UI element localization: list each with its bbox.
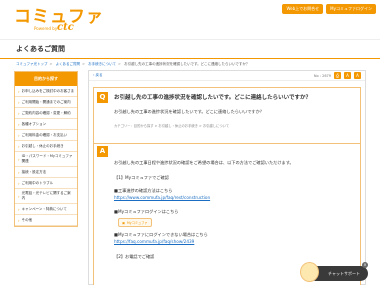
font-size-large-icon[interactable]: A	[354, 72, 361, 79]
back-label: 戻る	[95, 73, 103, 77]
sidebar-item[interactable]: › その他	[15, 215, 77, 226]
site-header: コミュファ Powered by ctc Web上でお問合せ Myコミュファログ…	[0, 0, 380, 40]
sidebar-item-label: ご利用料金の確認・お支払い	[21, 132, 68, 137]
answer-badge: A	[97, 146, 108, 157]
sidebar-item-label: キャンペーン・特典について	[21, 206, 67, 211]
sidebar-item[interactable]: › お引越し・休止のお手続き	[15, 141, 77, 152]
back-link[interactable]: ‹ 戻る	[93, 73, 103, 78]
page-title: よくあるご質問	[16, 45, 65, 53]
print-icon[interactable]: ⎙	[334, 72, 341, 79]
question-body: お引越し先の工事の進捗状況を確認したいです。どこに連絡したらいいですか？	[114, 109, 264, 114]
font-size-small-icon[interactable]: A	[344, 72, 351, 79]
sidebar-item[interactable]: › 光電話・光テレビに関するご案内	[15, 189, 77, 204]
sidebar-item-label: その他	[21, 217, 33, 222]
sidebar-item-label: 光電話・光テレビに関するご案内	[21, 191, 71, 200]
sidebar-item[interactable]: › ID・パスワード・Myコミュファ関連	[15, 152, 77, 167]
sidebar: 目的から探す › お申し込みをご検討中のお客さま › ご利用開始・開通までのご案内 …	[14, 71, 78, 227]
question-categories: カテゴリー：目的から探す > お引越し・休止のお手続き > お引越しについて	[114, 124, 230, 128]
sidebar-item[interactable]: › ご利用料金の確認・お支払い	[15, 130, 77, 141]
sidebar-item[interactable]: › ご契約内容の確認・変更・解約	[15, 108, 77, 119]
answer-item-heading: ■Myコミュファログインはこちら	[114, 209, 179, 214]
faq-detail: ‹ 戻る No : 2679 ⎙ A A Q お引越し先の工事の進捗状況を確認し…	[88, 70, 366, 285]
chevron-right-icon: ›	[18, 217, 20, 223]
chevron-right-icon: ›	[18, 110, 20, 116]
sidebar-item[interactable]: › 各種オプション	[15, 119, 77, 130]
web-inquiry-link[interactable]: Web上でお問合せ	[282, 4, 324, 14]
faq-tools: No : 2679 ⎙ A A	[314, 72, 361, 79]
sidebar-item-label: お引越し・休止のお手続き	[21, 143, 64, 148]
breadcrumb: コミュファ光トップ > よくあるご質問 > お手続きについて > お引越し先の工事の進…	[16, 62, 250, 66]
chevron-right-icon: ›	[18, 143, 20, 149]
mycommufa-login-link[interactable]: Myコミュファログイン	[326, 4, 376, 14]
answer-item-heading: ■Myコミュファにログインできない場合はこちら	[114, 232, 208, 237]
sidebar-item-label: ID・パスワード・Myコミュファ関連	[21, 154, 73, 163]
chevron-right-icon: ›	[18, 206, 20, 212]
question-badge: Q	[97, 92, 108, 103]
header-links: Web上でお問合せ Myコミュファログイン	[282, 4, 376, 14]
title-divider	[0, 58, 380, 59]
chevron-right-icon: ›	[18, 193, 20, 199]
sidebar-item-label: ご利用中のトラブル	[21, 180, 54, 185]
chevron-right-icon: ›	[18, 180, 20, 186]
chevron-right-icon: ›	[18, 99, 20, 105]
sidebar-heading: 目的から探す	[15, 72, 77, 86]
answer-box: A お引越し先の工事日程や進捗状況の確認をご希望の場合は、以下の方法でご確認いた…	[93, 143, 361, 285]
faq-number: No : 2679	[313, 73, 331, 78]
sidebar-item[interactable]: › 接続・設定方法	[15, 167, 77, 178]
chevron-right-icon: ›	[18, 121, 20, 127]
question-title: お引越し先の工事の進捗状況を確認したいです。どこに連絡したらいいですか？	[114, 95, 311, 101]
close-icon[interactable]: ×	[362, 262, 368, 268]
mycommufa-button-label: Myコミュファ	[127, 221, 148, 225]
question-box: Q お引越し先の工事の進捗状況を確認したいです。どこに連絡したらいいですか？ お…	[93, 87, 361, 149]
mycommufa-icon: ▣	[122, 220, 126, 225]
breadcrumb-current: お引越し先の工事の進捗状況を確認したいです。どこに連絡したらいいですか？	[124, 62, 250, 66]
chevron-right-icon: ›	[18, 156, 20, 162]
breadcrumb-item[interactable]: コミュファ光トップ	[16, 62, 48, 66]
answer-section-1: 【1】Myコミュファでご確認	[114, 175, 169, 180]
chevron-right-icon: ›	[18, 88, 20, 94]
sidebar-item-label: 接続・設定方法	[21, 169, 47, 174]
sidebar-item[interactable]: › ご利用中のトラブル	[15, 178, 77, 189]
sidebar-item-label: ご契約内容の確認・変更・解約	[21, 110, 71, 115]
construction-status-link[interactable]: https://www.commufa.jp/faq/rest/construc…	[114, 195, 210, 200]
logo-powered-by: Powered by	[34, 26, 58, 31]
answer-item-heading: ■工事進捗の確認方法はこちら	[114, 188, 173, 193]
chat-support-label: チャットサポート	[328, 270, 360, 276]
sidebar-item-label: お申し込みをご検討中のお客さま	[21, 88, 75, 93]
chevron-right-icon: ›	[18, 169, 20, 175]
commufa-logo[interactable]: コミュファ Powered by ctc	[14, 8, 104, 33]
sidebar-item-label: 各種オプション	[21, 121, 47, 126]
chat-avatar-icon[interactable]	[300, 262, 319, 282]
chevron-right-icon: ›	[18, 132, 20, 138]
answer-section-2: 【2】お電話でご確認	[114, 254, 155, 259]
answer-intro: お引越し先の工事日程や進捗状況の確認をご希望の場合は、以下の方法でご確認いただけ…	[114, 160, 294, 165]
faq-toolbar: ‹ 戻る No : 2679 ⎙ A A	[89, 71, 365, 81]
sidebar-item[interactable]: › お申し込みをご検討中のお客さま	[15, 86, 77, 97]
sidebar-item[interactable]: › ご利用開始・開通までのご案内	[15, 97, 77, 108]
sidebar-item[interactable]: › キャンペーン・特典について	[15, 204, 77, 215]
breadcrumb-item[interactable]: お手続きについて	[88, 62, 116, 66]
sidebar-item-label: ご利用開始・開通までのご案内	[21, 99, 71, 104]
mycommufa-button[interactable]: ▣ Myコミュファ	[118, 218, 152, 227]
breadcrumb-item[interactable]: よくあるご質問	[56, 62, 81, 66]
logo-ctc: ctc	[57, 22, 74, 33]
login-help-link[interactable]: https://faq.commufa.jp/faq/show/2439	[114, 239, 194, 244]
